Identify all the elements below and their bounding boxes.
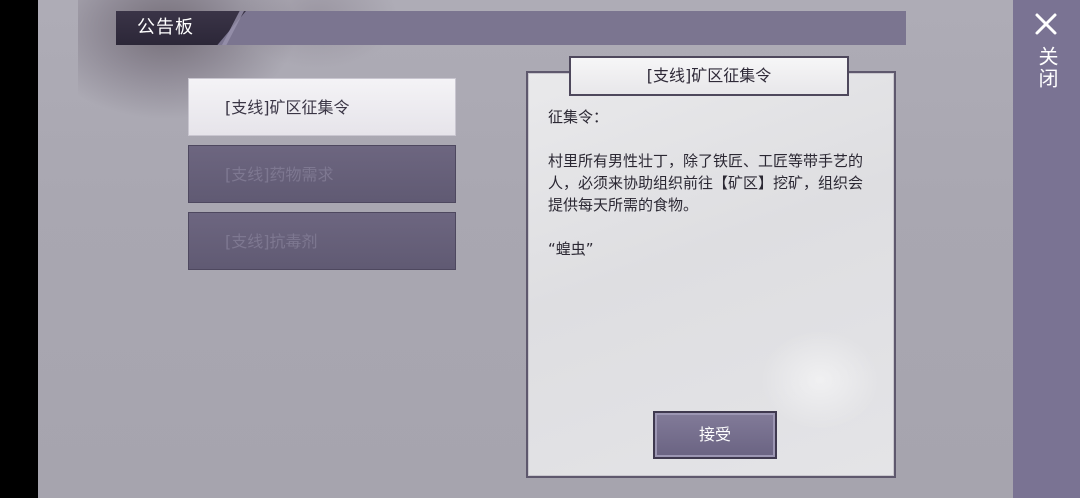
page-title: 公告板 — [137, 17, 194, 38]
close-icon[interactable] — [1032, 10, 1060, 38]
notice-title: [支线]矿区征集令 — [569, 56, 849, 96]
close-button[interactable]: 关闭 — [1033, 46, 1059, 90]
accept-button[interactable]: 接受 — [653, 411, 777, 459]
quest-item-antitoxin[interactable]: [支线]抗毒剂 — [188, 212, 456, 270]
notice-body: 征集令： 村里所有男性壮丁，除了铁匠、工匠等带手艺的人，必须来协助组织前往【矿区… — [548, 106, 868, 260]
quest-item-medicine[interactable]: [支线]药物需求 — [188, 145, 456, 203]
quest-item-mine[interactable]: [支线]矿区征集令 — [188, 78, 456, 136]
paper-texture — [760, 330, 880, 430]
notice-text: 村里所有男性壮丁，除了铁匠、工匠等带手艺的人，必须来协助组织前往【矿区】挖矿，组… — [548, 152, 864, 214]
notice-signature: “蝗虫” — [548, 240, 594, 258]
left-border — [0, 0, 38, 498]
notice-heading: 征集令： — [548, 108, 609, 126]
